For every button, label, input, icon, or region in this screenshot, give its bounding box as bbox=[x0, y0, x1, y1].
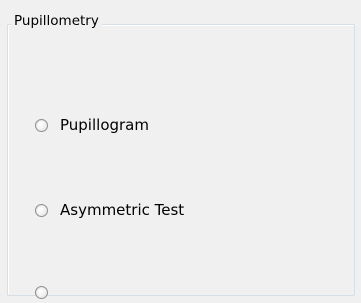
radio-option-asymmetric-test[interactable]: Asymmetric Test bbox=[35, 199, 184, 221]
radio-button-icon[interactable] bbox=[35, 118, 48, 132]
radio-option-partially-visible[interactable] bbox=[35, 281, 60, 303]
radio-button-icon[interactable] bbox=[35, 203, 48, 217]
radio-label: Asymmetric Test bbox=[60, 201, 185, 219]
groupbox-title: Pupillometry bbox=[12, 12, 102, 30]
pupillometry-groupbox bbox=[7, 24, 355, 296]
radio-button-icon[interactable] bbox=[35, 285, 48, 299]
pupillometry-panel: Pupillometry Pupillogram Asymmetric Test bbox=[0, 0, 361, 299]
radio-label: Pupillogram bbox=[60, 116, 149, 134]
radio-option-pupillogram[interactable]: Pupillogram bbox=[35, 114, 149, 136]
